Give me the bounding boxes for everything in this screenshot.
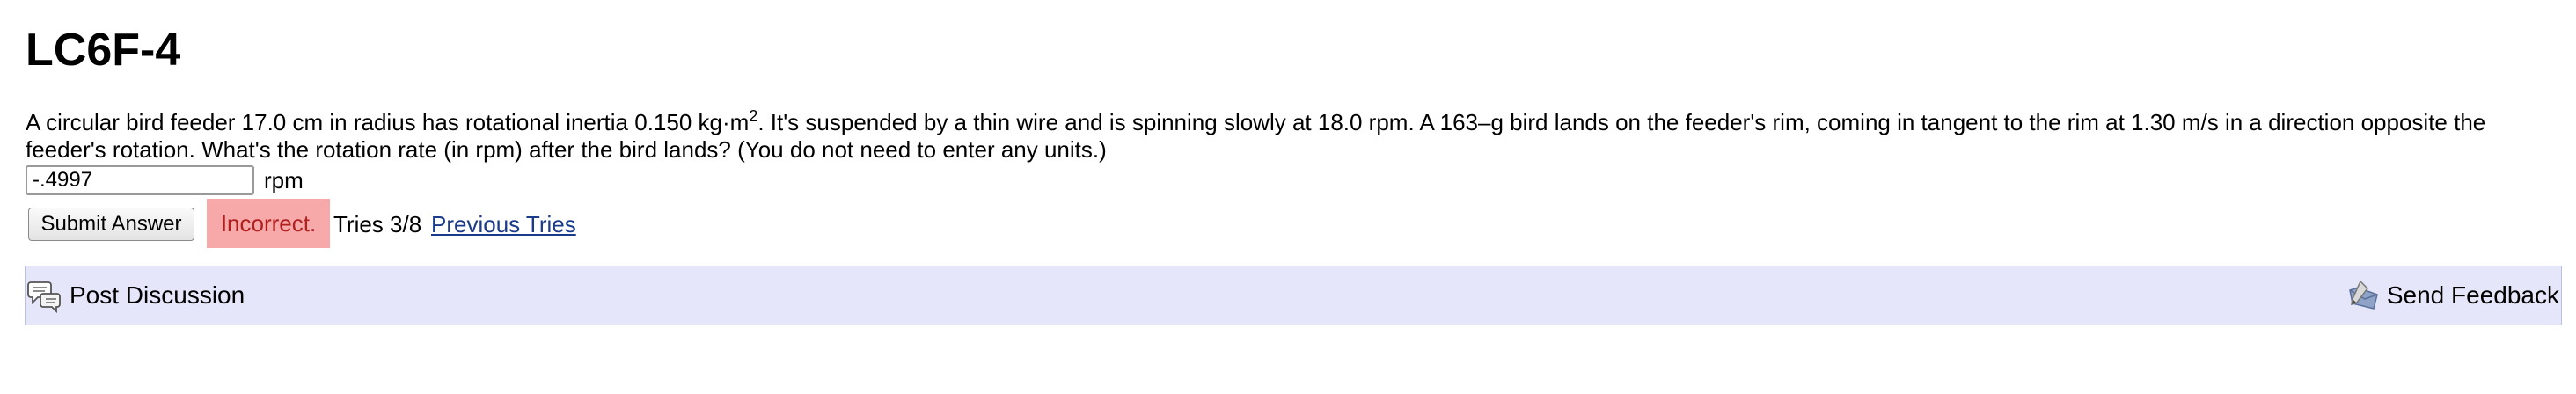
feedback-icon [2346, 278, 2382, 313]
answer-input[interactable] [26, 165, 254, 195]
page-title: LC6F-4 [26, 25, 181, 76]
send-feedback-label: Send Feedback [2386, 281, 2559, 309]
send-feedback-button[interactable]: Send Feedback [2346, 278, 2559, 313]
problem-statement: A circular bird feeder 17.0 cm in radius… [26, 107, 2559, 164]
problem-superscript: 2 [749, 107, 758, 125]
post-discussion-button[interactable]: Post Discussion [27, 278, 245, 314]
discussion-bar: Post Discussion Send Feedback [25, 266, 2562, 325]
status-badge: Incorrect. [207, 199, 330, 248]
previous-tries-link[interactable]: Previous Tries [431, 211, 576, 237]
problem-text-start: A circular bird feeder 17.0 cm in radius… [26, 109, 750, 135]
submit-answer-button[interactable]: Submit Answer [28, 208, 194, 241]
post-discussion-label: Post Discussion [70, 281, 245, 309]
answer-unit: rpm [264, 167, 304, 193]
tries-count: Tries 3/8 [333, 211, 422, 237]
discussion-icon [27, 278, 62, 314]
